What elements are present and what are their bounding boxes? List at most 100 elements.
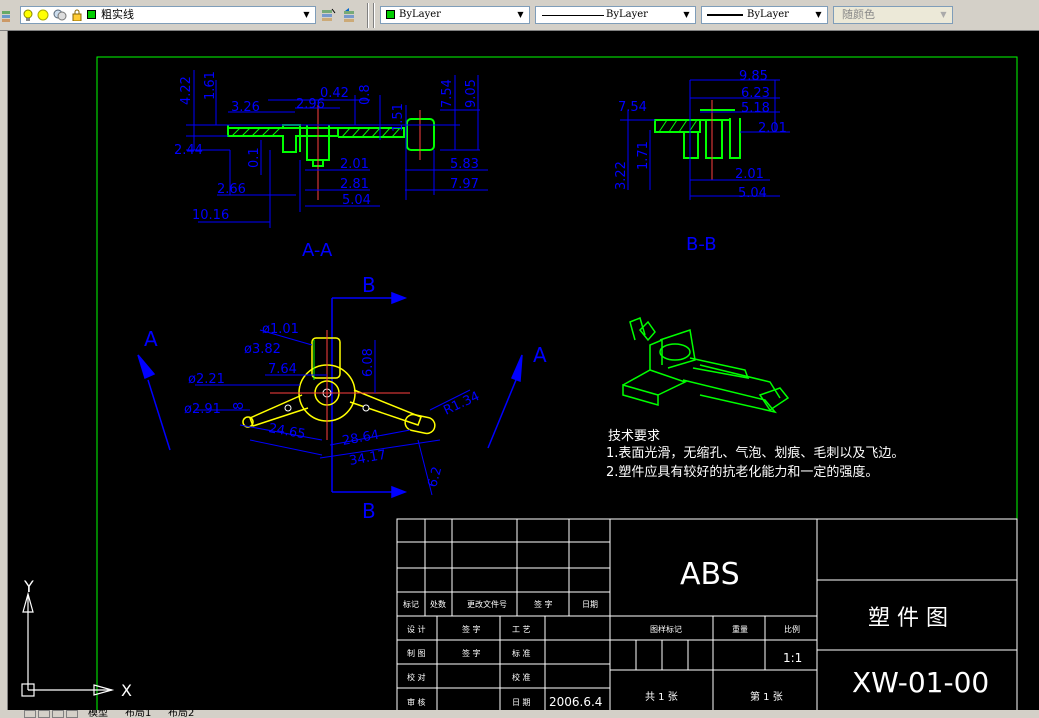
aa-dim-9: 9.05 bbox=[464, 79, 479, 108]
chevron-down-icon[interactable]: ▼ bbox=[812, 8, 825, 22]
section-bb-label: B-B bbox=[686, 234, 717, 255]
tb-scale: 比例 bbox=[784, 624, 800, 634]
aa-dim-14: 2.81 bbox=[340, 177, 369, 192]
make-layer-current-icon[interactable] bbox=[320, 7, 336, 23]
section-arrow-b-bottom: B bbox=[362, 499, 376, 523]
chevron-down-icon[interactable]: ▼ bbox=[514, 8, 527, 22]
chevron-down-icon: ▼ bbox=[940, 10, 947, 19]
section-arrow-a-right: A bbox=[533, 343, 547, 367]
tb-design: 设 计 bbox=[407, 624, 426, 634]
drawing-canvas[interactable]: 4.22 1.61 3.26 0.42 2.96 0.8 1.51 7.54 9… bbox=[8, 31, 1039, 710]
lineweight-dropdown[interactable]: ByLayer ▼ bbox=[701, 6, 828, 24]
plotstyle-dropdown[interactable]: 随颜色 ▼ bbox=[833, 6, 953, 24]
material-label: ABS bbox=[680, 557, 740, 592]
ucs-icon bbox=[21, 591, 115, 697]
color-value: ByLayer bbox=[399, 9, 441, 20]
aa-dim-5: 2.96 bbox=[296, 97, 325, 112]
bb-dim-5: 2.01 bbox=[758, 121, 787, 136]
plan-dim-phi291: ø2.91 bbox=[184, 402, 221, 417]
color-dropdown[interactable]: ByLayer ▼ bbox=[380, 6, 530, 24]
aa-dim-11: 0.1 bbox=[247, 147, 262, 168]
plan-dim-phi221: ø2.21 bbox=[188, 372, 225, 387]
bb-dim-1: 9.85 bbox=[739, 69, 768, 84]
plan-dim-764: 7.64 bbox=[268, 362, 297, 377]
scale-value: 1:1 bbox=[783, 651, 802, 665]
bb-dim-7: 1.71 bbox=[636, 141, 651, 170]
bb-dim-4: 7.54 bbox=[618, 100, 647, 115]
lineweight-value: ByLayer bbox=[747, 9, 789, 20]
bb-dim-9: 5.04 bbox=[738, 186, 767, 201]
layer-previous-icon[interactable] bbox=[341, 7, 357, 23]
properties-toolbar: 粗实线 ▼ ByLayer ▼ ByLayer ▼ ByLayer ▼ 随颜色 … bbox=[0, 0, 1039, 31]
tb-pattern-mark: 图样标记 bbox=[650, 624, 682, 634]
tb-header-sign: 签 字 bbox=[534, 599, 553, 609]
aa-dim-18: 7.97 bbox=[450, 177, 479, 192]
plan-dim-608: 6.08 bbox=[361, 348, 376, 377]
tb-header-change: 更改文件号 bbox=[467, 599, 507, 609]
technical-notes: 技术要求 1.表面光滑，无缩孔、气泡、划痕、毛刺以及飞边。 2.塑件应具有较好的… bbox=[606, 429, 904, 480]
left-scrollbar[interactable] bbox=[0, 31, 8, 710]
aa-dim-1: 4.22 bbox=[179, 76, 194, 105]
drawing-name: 塑 件 图 bbox=[868, 606, 948, 631]
tab-nav-last[interactable] bbox=[66, 710, 78, 718]
aa-dim-12: 2.66 bbox=[217, 182, 246, 197]
freeze-viewport-icon bbox=[53, 9, 67, 21]
section-arrow-b-top: B bbox=[362, 273, 376, 297]
chevron-down-icon[interactable]: ▼ bbox=[680, 8, 693, 22]
toolbar-separator bbox=[367, 3, 369, 28]
tb-process: 工 艺 bbox=[512, 625, 531, 634]
toolbar-separator bbox=[373, 3, 375, 28]
plan-dim-phi382: ø3.82 bbox=[244, 342, 281, 357]
date-value: 2006.6.4 bbox=[549, 695, 602, 709]
tab-layout1[interactable]: 布局1 bbox=[125, 710, 151, 718]
layer-dropdown[interactable]: 粗实线 ▼ bbox=[20, 6, 316, 24]
notes-line-2: 2.塑件应具有较好的抗老化能力和一定的强度。 bbox=[606, 464, 878, 480]
layer-manager-icon[interactable] bbox=[2, 8, 11, 22]
tb-check: 校 对 bbox=[407, 672, 426, 682]
section-arrow-a-left: A bbox=[144, 327, 158, 351]
sun-icon bbox=[37, 9, 49, 21]
tab-nav-first[interactable] bbox=[24, 710, 36, 718]
plan-dim-phi101: ø1.01 bbox=[262, 322, 299, 337]
tab-nav-next[interactable] bbox=[52, 710, 64, 718]
aa-dim-17: 5.83 bbox=[450, 157, 479, 172]
lightbulb-icon bbox=[23, 9, 33, 21]
aa-dim-6: 0.8 bbox=[358, 84, 373, 105]
chevron-down-icon[interactable]: ▼ bbox=[300, 8, 313, 22]
sheet-number: 第 1 张 bbox=[750, 690, 783, 703]
isometric-view bbox=[622, 316, 790, 414]
bb-dim-3: 5.18 bbox=[741, 101, 770, 116]
notes-line-1: 1.表面光滑，无缩孔、气泡、划痕、毛刺以及飞边。 bbox=[606, 445, 904, 461]
tab-layout2[interactable]: 布局2 bbox=[168, 710, 194, 718]
linetype-dropdown[interactable]: ByLayer ▼ bbox=[535, 6, 696, 24]
sheets-total: 共 1 张 bbox=[645, 691, 678, 703]
tb-header-count: 处数 bbox=[430, 599, 446, 609]
section-aa-view: 4.22 1.61 3.26 0.42 2.96 0.8 1.51 7.54 9… bbox=[174, 70, 488, 261]
tb-draw: 制 图 bbox=[407, 648, 426, 658]
bb-dim-8: 2.01 bbox=[735, 167, 764, 182]
tab-nav-prev[interactable] bbox=[38, 710, 50, 718]
aa-dim-10: 2.44 bbox=[174, 143, 203, 158]
tb-date-label: 日 期 bbox=[512, 698, 531, 707]
aa-dim-8: 7.54 bbox=[440, 79, 455, 108]
bb-dim-6: 3.22 bbox=[614, 161, 629, 190]
layer-color-swatch bbox=[87, 10, 96, 19]
layout-tabs-bar: 模型 布局1 布局2 bbox=[0, 710, 1039, 718]
section-bb-view: 9.85 6.23 5.18 7.54 2.01 3.22 1.71 2.01 … bbox=[614, 69, 790, 255]
aa-dim-15: 5.04 bbox=[342, 193, 371, 208]
plotstyle-value: 随颜色 bbox=[842, 8, 875, 21]
plan-dim-8: 8 bbox=[232, 402, 247, 410]
section-aa-label: A-A bbox=[302, 240, 333, 261]
ucs-y-label: Y bbox=[23, 577, 34, 596]
plan-dim-2864: 28.64 bbox=[341, 428, 380, 449]
aa-dim-13: 2.01 bbox=[340, 157, 369, 172]
tb-review: 审 核 bbox=[407, 697, 426, 707]
tab-model[interactable]: 模型 bbox=[88, 710, 108, 718]
drawing-code: XW-01-00 bbox=[852, 666, 989, 699]
layer-name: 粗实线 bbox=[101, 8, 134, 21]
bb-dim-2: 6.23 bbox=[741, 86, 770, 101]
linetype-value: ByLayer bbox=[606, 9, 648, 20]
tb-weight: 重量 bbox=[732, 624, 748, 634]
tb-header-date: 日期 bbox=[582, 600, 598, 609]
lock-icon bbox=[71, 9, 83, 22]
